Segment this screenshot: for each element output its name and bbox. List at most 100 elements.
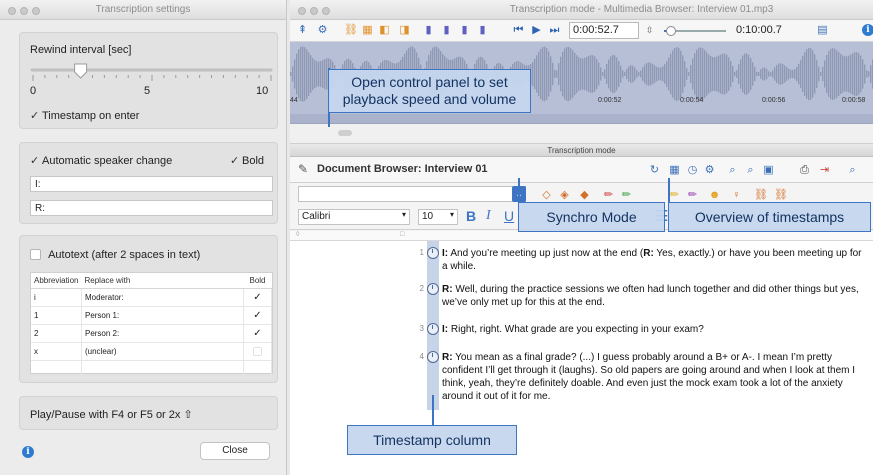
- transcript-paragraph[interactable]: R: Well, during the practice sessions we…: [442, 283, 862, 309]
- print-icon[interactable]: ⎙: [798, 163, 811, 177]
- edit-document-icon[interactable]: ✎: [298, 162, 308, 176]
- abbreviation-cell[interactable]: i: [31, 288, 82, 307]
- waveform-bar: [682, 55, 684, 93]
- speaker-1-field[interactable]: I:: [30, 176, 273, 192]
- table-row[interactable]: 2 Person 2: ✓: [31, 324, 272, 343]
- replace-with-cell[interactable]: Moderator:: [81, 288, 245, 307]
- waveform-bar: [644, 64, 646, 84]
- clock-icon[interactable]: ◷: [686, 163, 699, 177]
- abbreviation-cell[interactable]: 2: [31, 324, 82, 343]
- ruler: ◊ □: [290, 231, 873, 241]
- column-header-replace-with[interactable]: Replace with: [81, 273, 244, 289]
- timestamp-clock-icon[interactable]: [427, 247, 439, 259]
- code-in-vivo-icon[interactable]: ◈: [558, 188, 571, 202]
- segment-icon[interactable]: ▦: [361, 23, 374, 37]
- position-time-field[interactable]: 0:00:52.7: [569, 22, 639, 39]
- autotext-checkbox[interactable]: Autotext (after 2 spaces in text): [30, 249, 200, 261]
- bold-cell[interactable]: ✓: [243, 288, 272, 307]
- time-stepper-icon[interactable]: ⇳: [643, 23, 656, 37]
- checkbox-empty: [30, 249, 41, 260]
- highlighter-purple-icon[interactable]: ✏: [686, 188, 699, 202]
- highlighter-red-icon[interactable]: ✏: [602, 188, 615, 202]
- waveform-bar: [304, 47, 306, 101]
- memo-icon[interactable]: ♀: [730, 188, 743, 202]
- auto-speaker-change-checkbox[interactable]: ✓ Automatic speaker change: [30, 154, 172, 167]
- font-size-select[interactable]: 10 ▾: [418, 209, 458, 225]
- skip-forward-icon[interactable]: ⏭: [548, 23, 561, 37]
- code-segment-icon[interactable]: ◧: [378, 23, 391, 37]
- column-header-bold[interactable]: Bold: [243, 273, 272, 289]
- speaker-4-icon[interactable]: ▮: [476, 23, 489, 37]
- timestamp-clock-icon[interactable]: [427, 351, 439, 363]
- abbreviation-cell[interactable]: 1: [31, 306, 82, 325]
- speaker-2-field[interactable]: R:: [30, 200, 273, 216]
- info-icon[interactable]: i: [22, 446, 34, 458]
- callout-line: [328, 122, 330, 127]
- bold-cell[interactable]: [243, 342, 272, 361]
- waveform-bar: [600, 67, 602, 81]
- bold-cell[interactable]: [243, 360, 272, 378]
- bold-cell[interactable]: ✓: [243, 324, 272, 343]
- rewind-interval-slider[interactable]: [30, 61, 273, 83]
- highlighter-green-icon[interactable]: ✏: [620, 188, 633, 202]
- marker-icon[interactable]: ◨: [398, 23, 411, 37]
- export-icon[interactable]: ▤: [816, 23, 829, 37]
- code-selector[interactable]: ⌄: [298, 186, 526, 202]
- waveform-scrollbar[interactable]: [290, 124, 873, 144]
- waveform-bar: [666, 61, 668, 87]
- replace-with-cell[interactable]: (unclear): [81, 342, 245, 361]
- synchro-mode-icon[interactable]: ↻: [648, 163, 661, 177]
- waveform-bar: [598, 62, 600, 86]
- italic-button[interactable]: I: [486, 208, 491, 224]
- link-icon[interactable]: ⛓: [344, 23, 358, 37]
- preview-icon[interactable]: ▣: [762, 163, 775, 177]
- link-icon[interactable]: ⛓: [754, 188, 768, 202]
- speaker-1-icon[interactable]: ▮: [422, 23, 435, 37]
- main-title: Transcription mode - Multimedia Browser:…: [509, 4, 774, 15]
- code-icon[interactable]: ◇: [540, 188, 553, 202]
- bold-cell[interactable]: ✓: [243, 306, 272, 325]
- transcript-paragraph[interactable]: I: Right, right. What grade are you expe…: [442, 323, 862, 336]
- abbreviation-cell[interactable]: x: [31, 342, 82, 361]
- search-icon[interactable]: ⌕: [846, 163, 859, 177]
- table-row[interactable]: i Moderator: ✓: [31, 288, 272, 307]
- table-row-empty[interactable]: [31, 360, 272, 378]
- play-icon[interactable]: ▶: [530, 23, 543, 37]
- table-row[interactable]: x (unclear): [31, 342, 272, 361]
- timestamp-clock-icon[interactable]: [427, 323, 439, 335]
- unlink-icon[interactable]: ⛓: [774, 188, 788, 202]
- bold-checkbox[interactable]: ✓ Bold: [230, 154, 264, 167]
- timestamp-clock-icon[interactable]: [427, 283, 439, 295]
- bold-button[interactable]: B: [466, 208, 476, 224]
- scroll-thumb[interactable]: [338, 130, 352, 136]
- speaker-2-icon[interactable]: ▮: [440, 23, 453, 37]
- exit-icon[interactable]: ⇥: [818, 163, 831, 177]
- waveform-bar: [788, 68, 790, 80]
- settings-icon[interactable]: ⚙: [703, 163, 716, 177]
- skip-back-icon[interactable]: ⏮: [512, 23, 525, 37]
- code-colour-icon[interactable]: ◆: [578, 188, 591, 202]
- replace-with-cell[interactable]: Person 2:: [81, 324, 245, 343]
- close-button[interactable]: Close: [200, 442, 270, 460]
- search-replace-icon[interactable]: ⌕: [744, 163, 757, 177]
- transcript-paragraph[interactable]: R: You mean as a final grade? (...) I gu…: [442, 351, 862, 403]
- underline-button[interactable]: U: [504, 208, 514, 224]
- slider-thumb[interactable]: [74, 63, 88, 79]
- emoticon-icon[interactable]: ☻: [708, 188, 721, 202]
- search-icon[interactable]: ⌕: [726, 163, 739, 177]
- timestamp-overview-icon[interactable]: ▦: [668, 163, 681, 177]
- timestamp-on-enter-checkbox[interactable]: ✓ Timestamp on enter: [30, 109, 139, 122]
- replace-with-cell[interactable]: Person 1:: [81, 306, 245, 325]
- position-slider[interactable]: [660, 25, 728, 37]
- transcript-paragraph[interactable]: I: And you’re meeting up just now at the…: [442, 247, 862, 273]
- waveform-zoom-icon[interactable]: ⇞: [296, 23, 309, 37]
- waveform-bar: [634, 67, 636, 81]
- speaker-3-icon[interactable]: ▮: [458, 23, 471, 37]
- font-name-select[interactable]: Calibri ▾: [298, 209, 410, 225]
- column-header-abbreviation[interactable]: Abbreviation: [31, 273, 82, 289]
- info-icon[interactable]: i: [862, 24, 873, 36]
- table-row[interactable]: 1 Person 1: ✓: [31, 306, 272, 325]
- control-panel-icon[interactable]: ⚙: [316, 23, 329, 37]
- abbreviation-cell[interactable]: [31, 360, 82, 378]
- replace-with-cell[interactable]: [81, 360, 245, 378]
